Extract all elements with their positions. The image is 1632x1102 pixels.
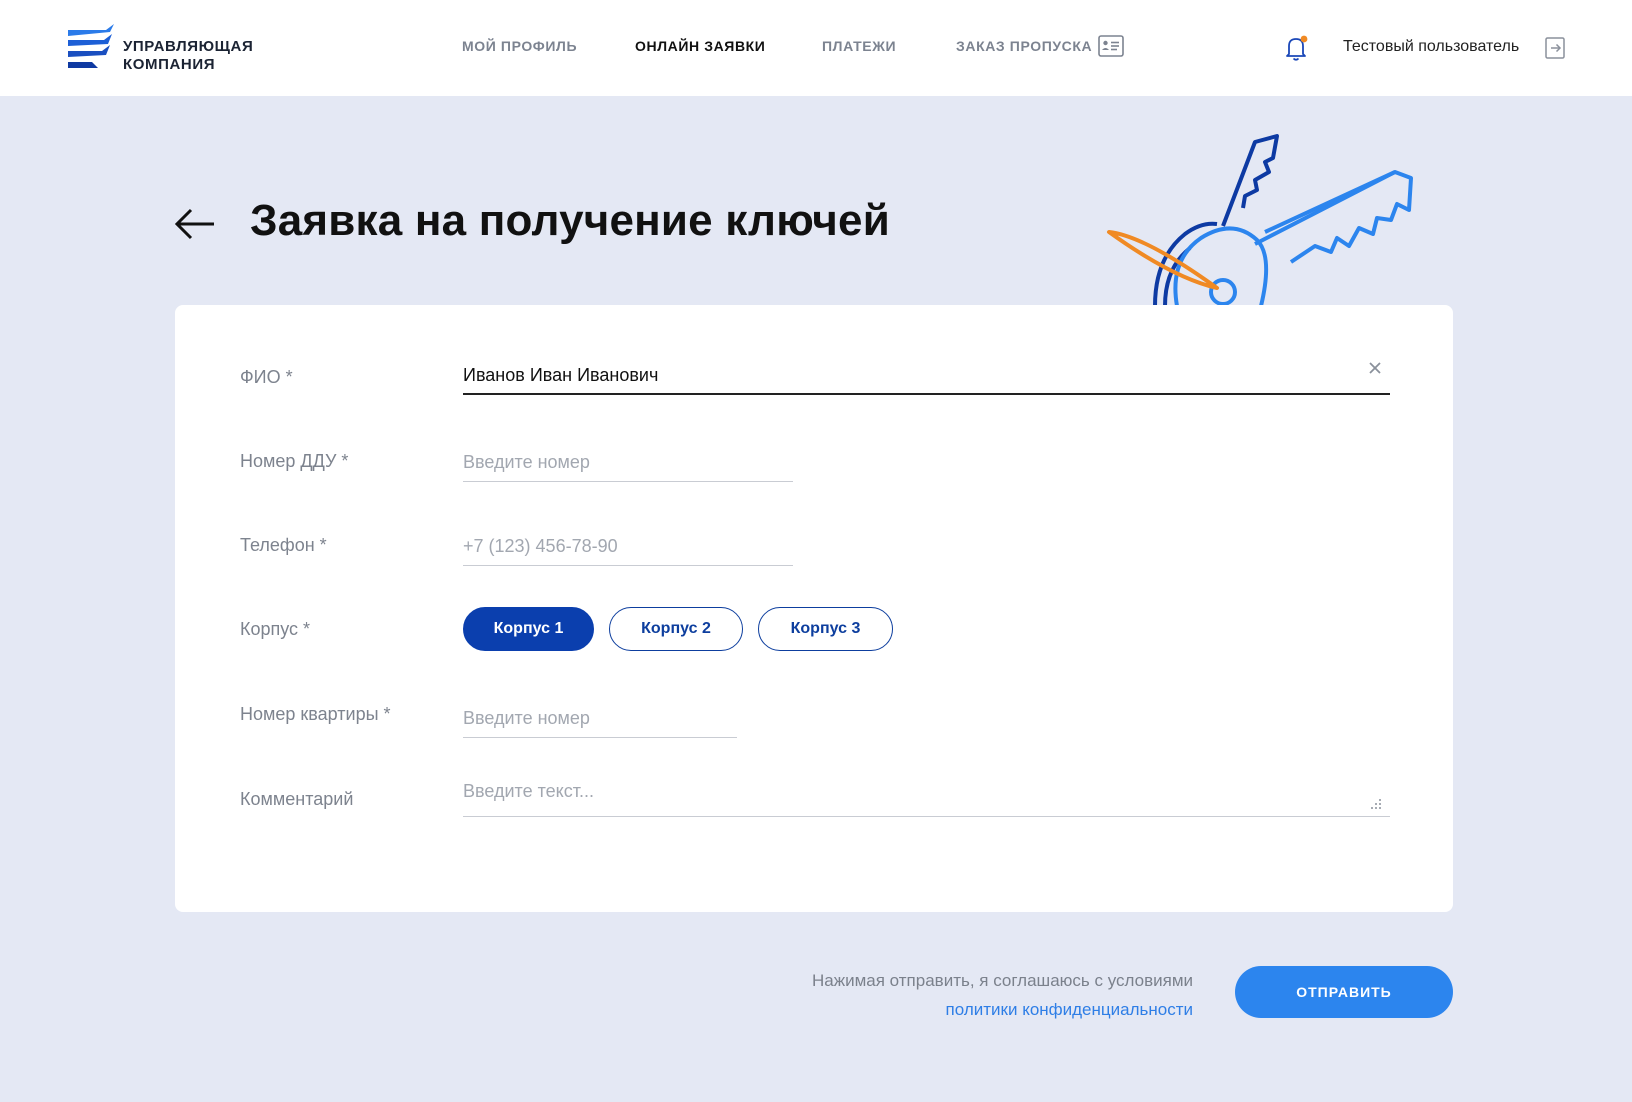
apartment-field-wrapper: [463, 694, 737, 738]
submit-button[interactable]: ОТПРАВИТЬ: [1235, 966, 1453, 1018]
ddu-label: Номер ДДУ *: [240, 451, 349, 471]
building-option-3[interactable]: Корпус 3: [758, 607, 893, 651]
building-option-2[interactable]: Корпус 2: [609, 607, 743, 651]
close-icon[interactable]: [1368, 361, 1382, 375]
request-form-card: ФИО * Номер ДДУ * Телефон * Корпус * Кор…: [175, 305, 1453, 912]
company-logo-icon[interactable]: [66, 24, 116, 72]
page-title: Заявка на получение ключей: [250, 196, 890, 245]
nav-payments[interactable]: ПЛАТЕЖИ: [822, 38, 896, 54]
agreement-label: Нажимая отправить, я соглашаюсь с услови…: [812, 971, 1193, 990]
nav-online-requests[interactable]: ОНЛАЙН ЗАЯВКИ: [635, 38, 765, 54]
phone-input[interactable]: [463, 522, 793, 562]
user-name[interactable]: Тестовый пользователь: [1343, 38, 1519, 56]
fio-input[interactable]: [463, 351, 1390, 391]
apartment-label: Номер квартиры *: [240, 704, 391, 724]
top-header: УПРАВЛЯЮЩАЯ КОМПАНИЯ МОЙ ПРОФИЛЬ ОНЛАЙН …: [0, 0, 1632, 96]
company-name: УПРАВЛЯЮЩАЯ КОМПАНИЯ: [123, 38, 253, 74]
comment-textarea[interactable]: [463, 773, 1390, 813]
company-name-line2: КОМПАНИЯ: [123, 56, 216, 73]
fio-field-wrapper: [463, 351, 1390, 395]
resize-handle-icon[interactable]: [1370, 798, 1382, 810]
keys-illustration-icon: [1107, 134, 1413, 306]
id-card-icon[interactable]: [1098, 35, 1124, 57]
nav-pass-order[interactable]: ЗАКАЗ ПРОПУСКА: [956, 38, 1092, 54]
nav-my-profile[interactable]: МОЙ ПРОФИЛЬ: [462, 38, 577, 54]
building-option-1[interactable]: Корпус 1: [463, 607, 594, 651]
logout-icon[interactable]: [1545, 37, 1567, 59]
ddu-input[interactable]: [463, 438, 793, 478]
comment-field-wrapper: [463, 773, 1390, 817]
phone-label: Телефон *: [240, 535, 327, 555]
phone-field-wrapper: [463, 522, 793, 566]
company-name-line1: УПРАВЛЯЮЩАЯ: [123, 38, 254, 55]
fio-label: ФИО *: [240, 367, 293, 387]
apartment-input[interactable]: [463, 694, 737, 734]
comment-label: Комментарий: [240, 789, 354, 809]
agreement-text: Нажимая отправить, я соглашаюсь с услови…: [812, 966, 1193, 1024]
privacy-policy-link[interactable]: политики конфиденциальности: [812, 995, 1193, 1024]
back-arrow-icon[interactable]: [174, 206, 218, 242]
bell-icon[interactable]: [1285, 34, 1309, 62]
ddu-field-wrapper: [463, 438, 793, 482]
building-label: Корпус *: [240, 619, 311, 639]
